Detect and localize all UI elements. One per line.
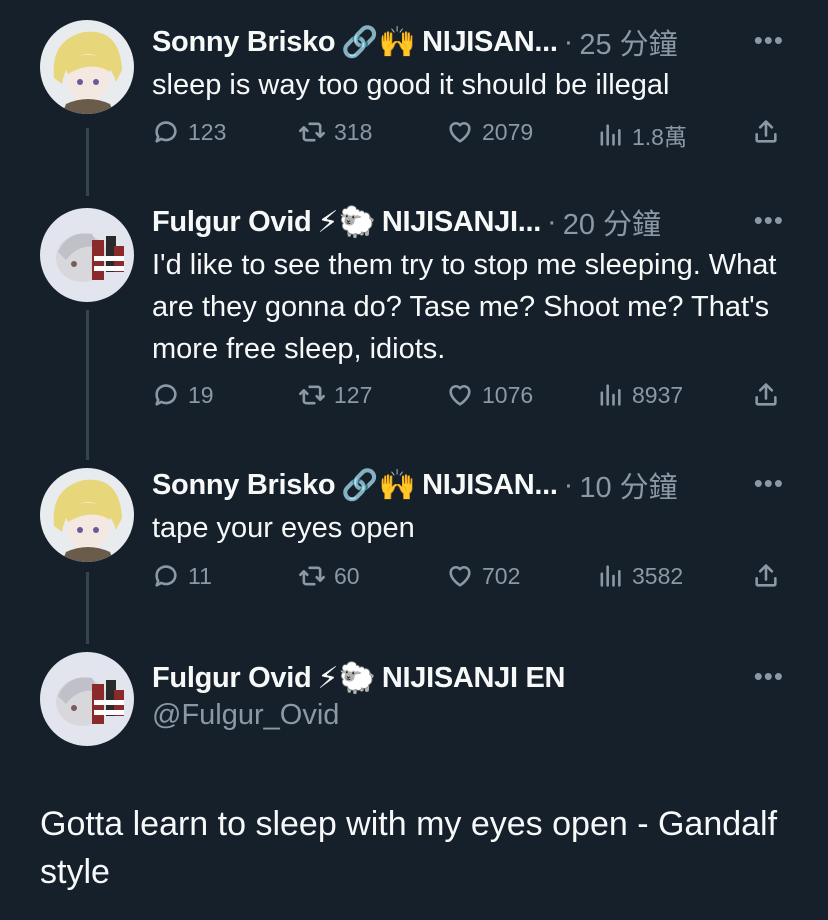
reply-count: 11 xyxy=(188,562,212,589)
share-icon xyxy=(755,564,777,587)
tweet[interactable]: Sonny Brisko 🔗🙌 NIJISAN... · 25 分鐘 ••• s… xyxy=(0,20,828,170)
avatar-image xyxy=(40,652,134,746)
avatar-sonny[interactable] xyxy=(40,20,134,114)
avatar-sonny[interactable] xyxy=(40,468,134,562)
view-count: 1.8萬 xyxy=(632,124,687,150)
affiliation-label: NIJISANJI... xyxy=(381,205,542,238)
like-button[interactable]: 1076 xyxy=(446,381,533,409)
reply-icon xyxy=(155,565,177,587)
view-count: 8937 xyxy=(632,381,684,408)
tweet-text: tape your eyes open xyxy=(152,512,415,544)
views-chart-icon xyxy=(600,565,621,587)
badge-emoji: 🔗🙌 xyxy=(341,467,417,503)
timestamp[interactable]: 25 分鐘 xyxy=(579,21,677,63)
affiliation-label: NIJISANJI EN xyxy=(381,661,566,694)
tweet-text: sleep is way too good it should be illeg… xyxy=(152,69,670,101)
tweet-text: I'd like to see them try to stop me slee… xyxy=(152,249,777,365)
author-handle[interactable]: @Fulgur_Ovid xyxy=(152,699,339,732)
views-chart-icon xyxy=(600,384,621,406)
action-bar: 11 60 702 3582 xyxy=(152,562,792,602)
reply-count: 123 xyxy=(188,118,227,145)
tweet[interactable]: Fulgur Ovid ⚡🐑 NIJISANJI... · 20 分鐘 ••• … xyxy=(0,200,828,440)
affiliation-label: NIJISAN... xyxy=(422,25,558,58)
tweet-header: Sonny Brisko 🔗🙌 NIJISAN... · 10 分鐘 xyxy=(152,463,678,507)
retweet-button[interactable]: 318 xyxy=(298,118,372,146)
retweet-count: 127 xyxy=(334,381,373,408)
like-count: 2079 xyxy=(482,118,534,145)
separator-dot: · xyxy=(563,468,574,501)
share-button[interactable] xyxy=(752,381,788,409)
heart-icon xyxy=(449,122,471,143)
share-button[interactable] xyxy=(752,562,788,590)
views-chart-icon xyxy=(600,124,621,146)
reply-button[interactable]: 11 xyxy=(152,562,212,590)
view-count: 3582 xyxy=(632,562,684,589)
heart-icon xyxy=(449,385,471,406)
like-button[interactable]: 2079 xyxy=(446,118,533,146)
author-name[interactable]: Fulgur Ovid xyxy=(152,662,312,695)
tweet-header: Fulgur Ovid ⚡🐑 NIJISANJI... · 20 分鐘 xyxy=(152,200,661,244)
views-button[interactable]: 1.8萬 xyxy=(596,118,687,152)
action-bar: 123 318 2079 1.8萬 xyxy=(152,118,792,158)
retweet-icon xyxy=(299,122,325,142)
author-name[interactable]: Sonny Brisko xyxy=(152,469,336,502)
avatar-image xyxy=(40,468,134,562)
badge-emoji: 🔗🙌 xyxy=(341,24,417,60)
separator-dot: · xyxy=(547,205,557,238)
avatar-image xyxy=(40,208,134,302)
reply-button[interactable]: 123 xyxy=(152,118,226,146)
retweet-count: 318 xyxy=(334,118,373,145)
avatar-fulgur[interactable] xyxy=(40,208,134,302)
retweet-count: 60 xyxy=(334,562,360,589)
more-options-icon[interactable]: ••• xyxy=(754,470,784,496)
timestamp[interactable]: 20 分鐘 xyxy=(563,201,661,243)
reply-count: 19 xyxy=(188,381,214,408)
affiliation-label: NIJISAN... xyxy=(422,468,558,501)
share-button[interactable] xyxy=(752,118,788,146)
retweet-button[interactable]: 127 xyxy=(298,381,372,409)
tweet-header: Fulgur Ovid ⚡🐑 NIJISANJI EN xyxy=(152,656,565,700)
author-name[interactable]: Sonny Brisko xyxy=(152,26,336,59)
like-count: 702 xyxy=(482,562,521,589)
views-button[interactable]: 3582 xyxy=(596,562,683,590)
badge-emoji: ⚡🐑 xyxy=(317,204,376,240)
like-count: 1076 xyxy=(482,381,534,408)
heart-icon xyxy=(449,566,471,587)
avatar-fulgur[interactable] xyxy=(40,652,134,746)
more-options-icon[interactable]: ••• xyxy=(754,207,784,233)
share-icon xyxy=(755,383,777,406)
main-tweet-text: Gotta learn to sleep with my eyes open -… xyxy=(40,805,778,891)
action-bar: 19 127 1076 8937 xyxy=(152,381,792,421)
share-icon xyxy=(755,120,777,143)
badge-emoji: ⚡🐑 xyxy=(317,660,376,696)
reply-button[interactable]: 19 xyxy=(152,381,214,409)
views-button[interactable]: 8937 xyxy=(596,381,683,409)
tweet-header: Sonny Brisko 🔗🙌 NIJISAN... · 25 分鐘 xyxy=(152,20,678,64)
more-options-icon[interactable]: ••• xyxy=(754,663,784,689)
timestamp[interactable]: 10 分鐘 xyxy=(579,464,677,506)
retweet-icon xyxy=(299,566,325,586)
avatar-image xyxy=(40,20,134,114)
retweet-icon xyxy=(299,385,325,405)
separator-dot: · xyxy=(563,25,574,58)
reply-icon xyxy=(155,121,177,143)
more-options-icon[interactable]: ••• xyxy=(754,27,784,53)
tweet[interactable]: Sonny Brisko 🔗🙌 NIJISAN... · 10 分鐘 ••• t… xyxy=(0,463,828,613)
reply-icon xyxy=(155,384,177,406)
retweet-button[interactable]: 60 xyxy=(298,562,360,590)
author-name[interactable]: Fulgur Ovid xyxy=(152,206,312,239)
like-button[interactable]: 702 xyxy=(446,562,520,590)
